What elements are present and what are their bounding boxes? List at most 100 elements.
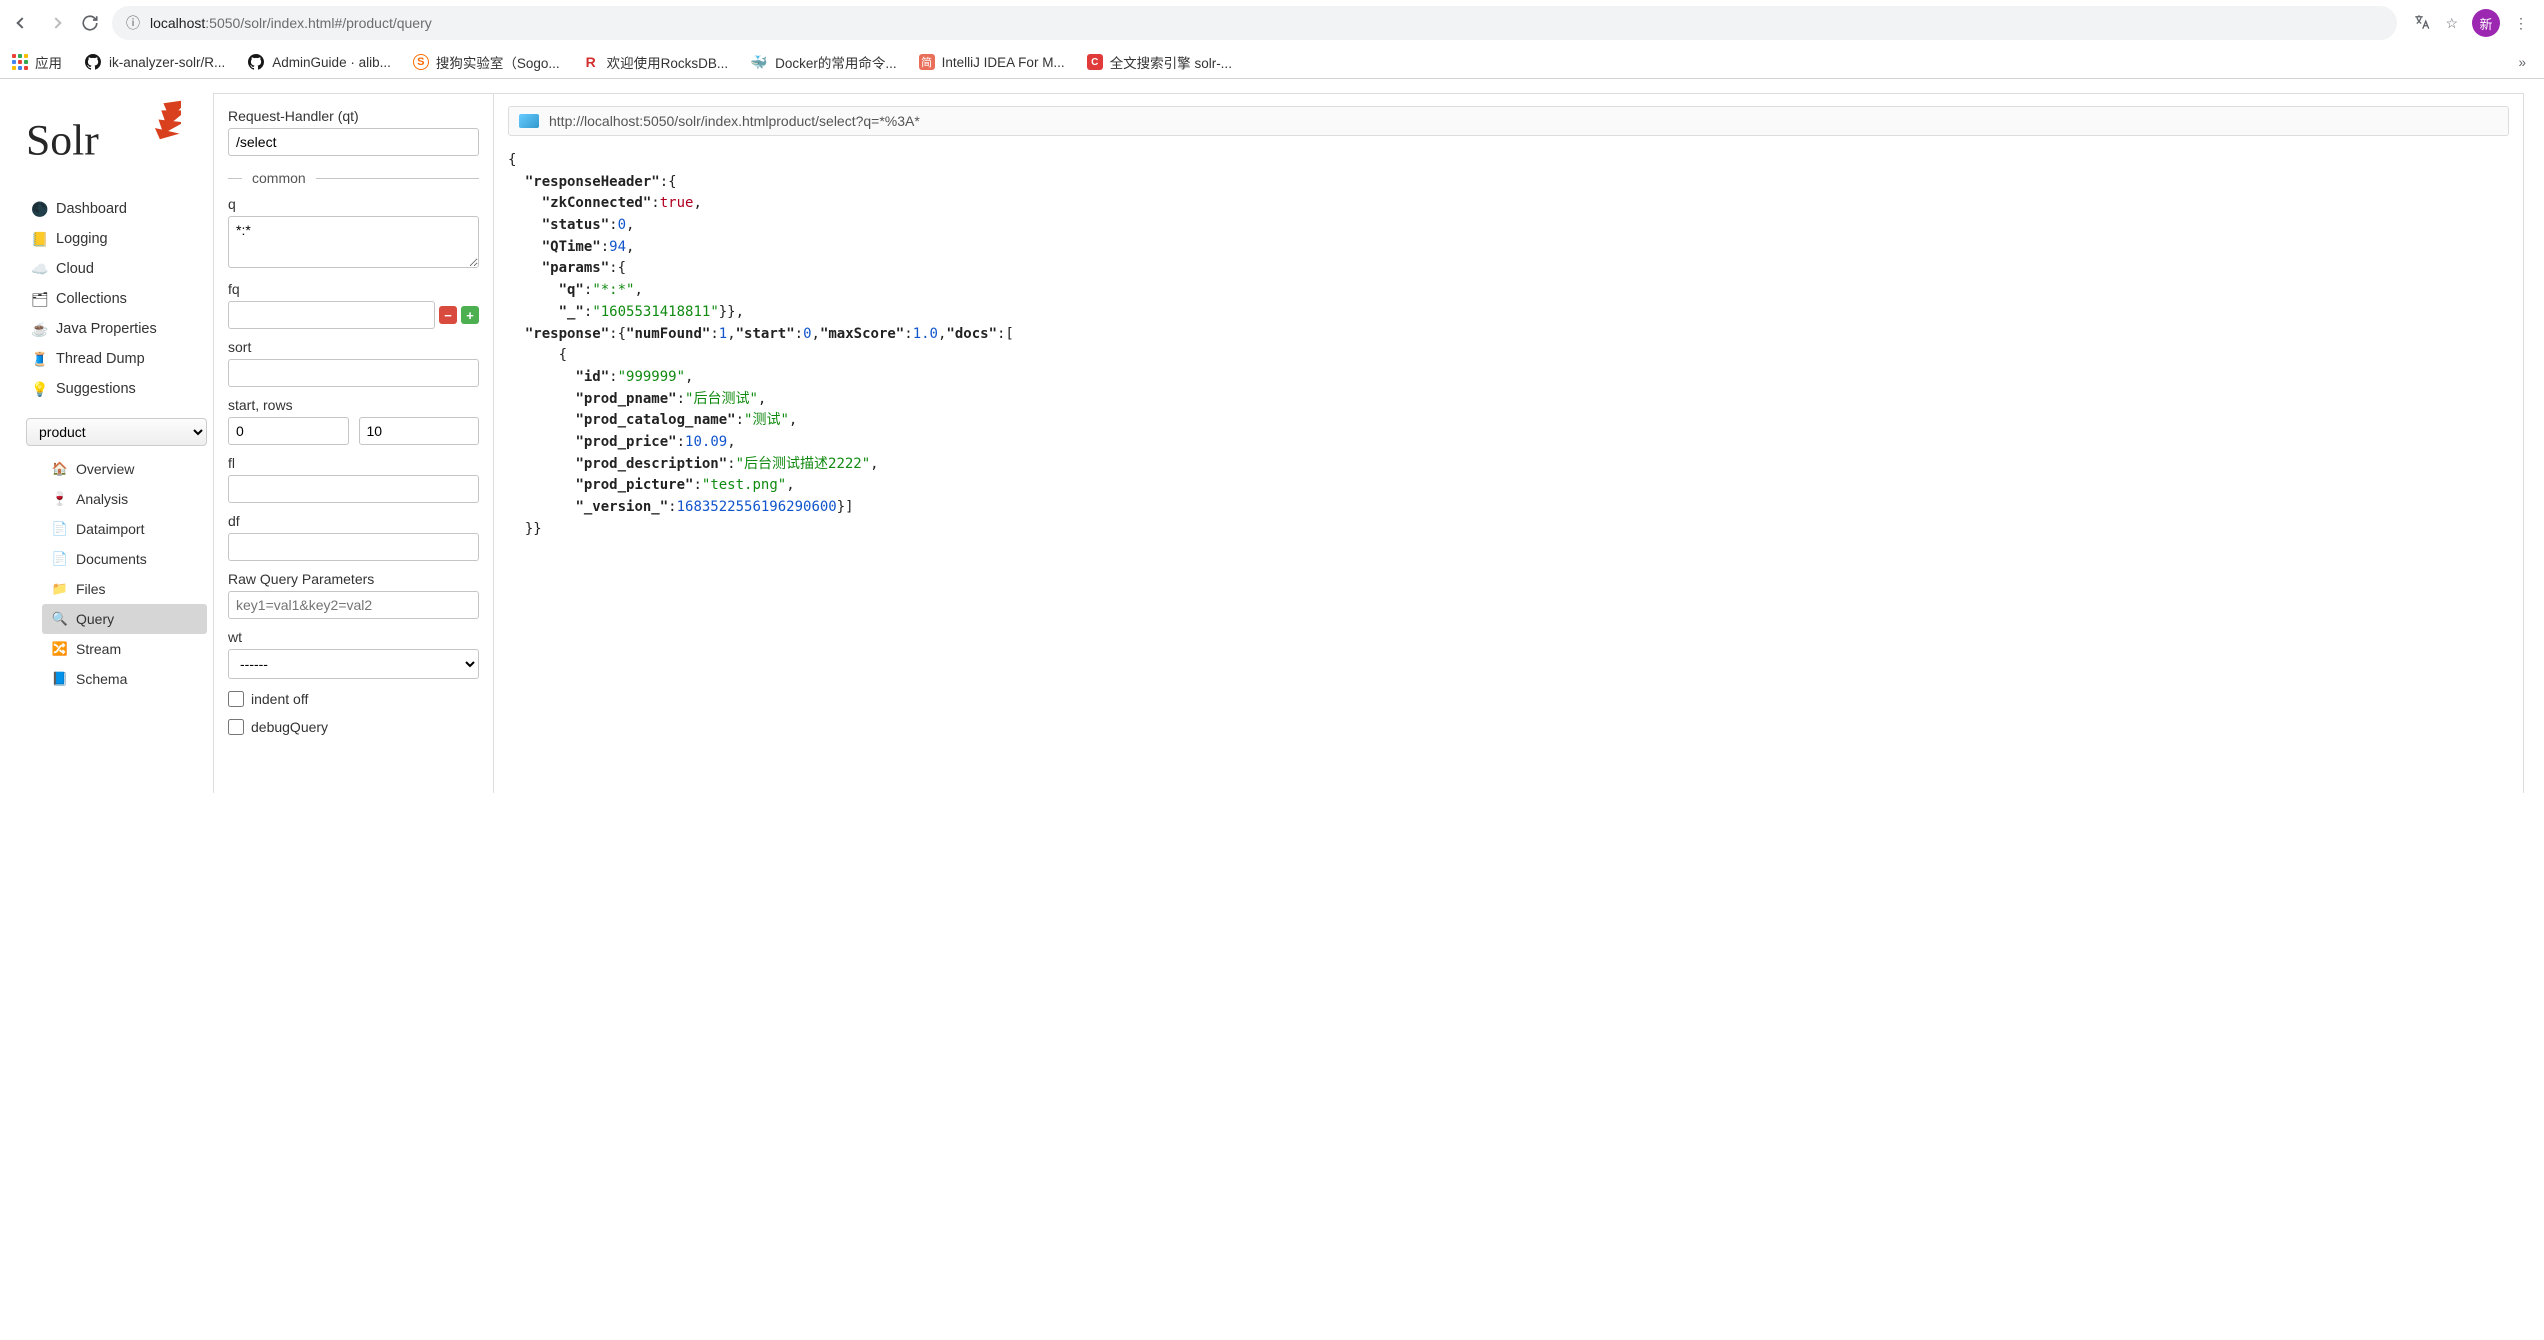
browser-chrome: ⓘ localhost:5050/solr/index.html#/produc… [0, 0, 2544, 79]
indent-checkbox[interactable] [228, 691, 244, 707]
main-content: Request-Handler (qt) common q fq − + sor… [213, 93, 2524, 793]
wt-label: wt [228, 629, 479, 645]
nav-item-cloud[interactable]: ☁️Cloud [20, 254, 213, 284]
github-icon [247, 53, 265, 71]
nav-icon: 💡 [32, 381, 48, 397]
subnav-icon: 🔀 [52, 641, 68, 657]
sort-label: sort [228, 339, 479, 355]
nav-icon: 📒 [32, 231, 48, 247]
common-fieldset-label: common [228, 170, 479, 186]
q-label: q [228, 196, 479, 212]
qt-label: Request-Handler (qt) [228, 108, 479, 124]
bookmark-item[interactable]: 🐳 Docker的常用命令... [750, 52, 897, 72]
nav-item-thread-dump[interactable]: 🧵Thread Dump [20, 344, 213, 374]
solr-logo[interactable]: Solr [20, 93, 213, 194]
subnav-item-schema[interactable]: 📘Schema [42, 664, 207, 694]
fq-input[interactable] [228, 301, 435, 329]
nav-icon: 🌑 [32, 201, 48, 217]
bookmarks-bar: 应用 ik-analyzer-solr/R... AdminGuide · al… [0, 46, 2544, 78]
subnav-item-dataimport[interactable]: 📄Dataimport [42, 514, 207, 544]
github-icon [84, 53, 102, 71]
df-input[interactable] [228, 533, 479, 561]
bookmark-item[interactable]: AdminGuide · alib... [247, 53, 391, 71]
link-icon [519, 114, 539, 128]
subnav-item-documents[interactable]: 📄Documents [42, 544, 207, 574]
json-response: { "responseHeader":{ "zkConnected":true,… [508, 150, 2509, 540]
address-bar[interactable]: ⓘ localhost:5050/solr/index.html#/produc… [112, 6, 2397, 40]
query-form: Request-Handler (qt) common q fq − + sor… [214, 94, 494, 793]
core-subnav: 🏠Overview🍷Analysis📄Dataimport📄Documents📁… [20, 454, 213, 694]
fq-remove-button[interactable]: − [439, 306, 457, 324]
reload-button[interactable] [78, 11, 102, 35]
fl-label: fl [228, 455, 479, 471]
bookmark-item[interactable]: 简 IntelliJ IDEA For M... [919, 54, 1065, 70]
debugquery-checkbox[interactable] [228, 719, 244, 735]
csdn-icon: C [1087, 54, 1103, 70]
subnav-item-stream[interactable]: 🔀Stream [42, 634, 207, 664]
nav-item-collections[interactable]: 🗂Collections [20, 284, 213, 314]
profile-avatar[interactable]: 新 [2472, 9, 2500, 37]
indent-label: indent off [251, 691, 308, 707]
df-label: df [228, 513, 479, 529]
q-input[interactable] [228, 216, 479, 268]
bookmark-item[interactable]: C 全文搜索引擎 solr-... [1087, 52, 1232, 72]
rocksdb-icon: R [582, 53, 600, 71]
site-info-icon[interactable]: ⓘ [126, 13, 140, 33]
bookmark-item[interactable]: ik-analyzer-solr/R... [84, 53, 225, 71]
subnav-icon: 🔍 [52, 611, 68, 627]
bookmarks-overflow-icon[interactable]: » [2518, 55, 2532, 70]
raw-label: Raw Query Parameters [228, 571, 479, 587]
docker-icon: 🐳 [750, 53, 768, 71]
qt-input[interactable] [228, 128, 479, 156]
jianshu-icon: 简 [919, 54, 935, 70]
start-input[interactable] [228, 417, 349, 445]
subnav-icon: 📄 [52, 521, 68, 537]
back-button[interactable] [10, 11, 34, 35]
subnav-icon: 🍷 [52, 491, 68, 507]
core-selector[interactable]: product [26, 418, 207, 446]
bookmark-apps[interactable]: 应用 [12, 52, 62, 72]
nav-icon: 🧵 [32, 351, 48, 367]
browser-toolbar: ⓘ localhost:5050/solr/index.html#/produc… [0, 0, 2544, 46]
bookmark-item[interactable]: R 欢迎使用RocksDB... [582, 52, 729, 72]
nav-item-java-properties[interactable]: ☕Java Properties [20, 314, 213, 344]
startrows-label: start, rows [228, 397, 479, 413]
nav-item-dashboard[interactable]: 🌑Dashboard [20, 194, 213, 224]
subnav-icon: 🏠 [52, 461, 68, 477]
nav-icon: ☕ [32, 321, 48, 337]
apps-grid-icon [12, 54, 28, 70]
subnav-icon: 📄 [52, 551, 68, 567]
bookmark-star-icon[interactable]: ☆ [2445, 15, 2458, 32]
subnav-item-overview[interactable]: 🏠Overview [42, 454, 207, 484]
bookmark-item[interactable]: S 搜狗实验室（Sogo... [413, 52, 560, 72]
subnav-icon: 📘 [52, 671, 68, 687]
query-url-box[interactable]: http://localhost:5050/solr/index.htmlpro… [508, 106, 2509, 136]
nav-item-suggestions[interactable]: 💡Suggestions [20, 374, 213, 404]
nav-icon: 🗂 [32, 291, 48, 307]
sogou-icon: S [413, 54, 429, 70]
nav-icon: ☁️ [32, 261, 48, 277]
main-nav: 🌑Dashboard📒Logging☁️Cloud🗂Collections☕Ja… [20, 194, 213, 404]
url-text: localhost:5050/solr/index.html#/product/… [150, 15, 432, 31]
nav-item-logging[interactable]: 📒Logging [20, 224, 213, 254]
solr-admin-app: Solr 🌑Dashboard📒Logging☁️Cloud🗂Collectio… [0, 79, 2544, 793]
core-select-dropdown[interactable]: product [26, 418, 207, 446]
fl-input[interactable] [228, 475, 479, 503]
translate-icon[interactable] [2413, 13, 2431, 34]
fq-label: fq [228, 281, 479, 297]
toolbar-right: ☆ 新 ⋮ [2407, 9, 2534, 37]
subnav-item-analysis[interactable]: 🍷Analysis [42, 484, 207, 514]
wt-select[interactable]: ------ [228, 649, 479, 679]
debugquery-label: debugQuery [251, 719, 328, 735]
subnav-icon: 📁 [52, 581, 68, 597]
raw-input[interactable] [228, 591, 479, 619]
forward-button[interactable] [44, 11, 68, 35]
subnav-item-query[interactable]: 🔍Query [42, 604, 207, 634]
query-url-text: http://localhost:5050/solr/index.htmlpro… [549, 113, 920, 129]
subnav-item-files[interactable]: 📁Files [42, 574, 207, 604]
kebab-menu-icon[interactable]: ⋮ [2514, 15, 2528, 32]
svg-text:Solr: Solr [26, 117, 99, 165]
sort-input[interactable] [228, 359, 479, 387]
rows-input[interactable] [359, 417, 480, 445]
fq-add-button[interactable]: + [461, 306, 479, 324]
